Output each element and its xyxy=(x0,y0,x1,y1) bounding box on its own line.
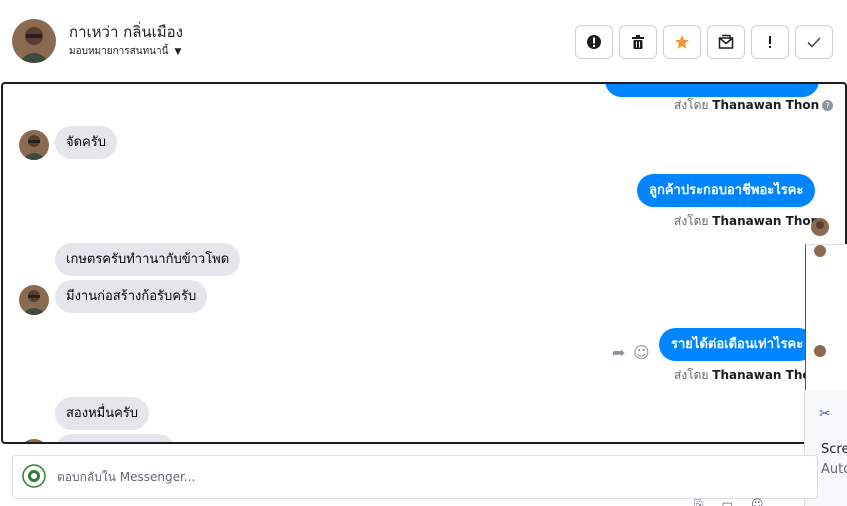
emoji-icon[interactable]: ☺ xyxy=(633,343,650,362)
outgoing-message-clipped xyxy=(605,84,819,97)
outgoing-message[interactable]: รายได้ต่อเดือนเท่าไรคะ xyxy=(659,328,816,361)
scissors-icon: ✂ xyxy=(819,406,831,422)
assign-conversation[interactable]: มอบหมายการสนทนานี้ ▼ xyxy=(69,44,181,59)
contact-avatar[interactable] xyxy=(12,19,56,63)
incoming-message[interactable]: สองหมื่นครับ xyxy=(55,397,150,430)
sender-avatar xyxy=(19,285,49,315)
preview-avatar xyxy=(811,218,829,236)
incoming-message[interactable]: จัดครับ xyxy=(55,126,117,159)
sent-by-label: ส่งโดย Thanawan Thon? xyxy=(674,96,834,115)
emoji-picker-icon[interactable]: ☺ xyxy=(751,497,764,506)
alert-icon xyxy=(587,35,601,49)
outgoing-message[interactable]: ลูกค้าประกอบอาชีพอะไรคะ xyxy=(637,174,816,207)
star-icon xyxy=(675,35,689,49)
contact-name[interactable]: กาเหว่า กลิ่นเมือง xyxy=(69,20,183,44)
reply-input[interactable] xyxy=(57,466,757,488)
notification-title: Scre xyxy=(821,442,847,457)
incoming-message[interactable]: มีงานก่อสร้างก้อรับครับ xyxy=(55,280,208,313)
preview-avatar xyxy=(814,245,826,257)
check-icon xyxy=(807,37,821,48)
sent-by-label: ส่งโดย Thanawan Thon xyxy=(674,368,820,382)
mark-unread-button[interactable] xyxy=(707,25,745,59)
composer-tools: ⎘ ▭ ☺ xyxy=(694,497,763,506)
follow-up-button[interactable] xyxy=(751,25,789,59)
reply-composer xyxy=(12,455,818,499)
assign-label: มอบหมายการสนทนานี้ xyxy=(69,46,169,57)
envelope-icon xyxy=(718,34,734,49)
conversation-actions xyxy=(575,25,833,59)
star-button[interactable] xyxy=(663,25,701,59)
delete-button[interactable] xyxy=(619,25,657,59)
sender-avatar xyxy=(19,130,49,160)
notification-subtitle: Auto xyxy=(821,462,847,477)
page-logo xyxy=(22,464,46,488)
message-thread[interactable]: ส่งโดย Thanawan Thon? จัดครับ ลูกค้าประก… xyxy=(1,82,847,444)
help-icon[interactable]: ? xyxy=(822,100,834,111)
sender-avatar xyxy=(19,439,49,442)
incoming-message[interactable]: เกษตรครับทำานากับข้าวโพด xyxy=(55,243,241,276)
sent-by-label: ส่งโดย Thanawan Thon xyxy=(674,214,820,228)
conversation-header: กาเหว่า กลิ่นเมือง มอบหมายการสนทนานี้ ▼ xyxy=(0,0,847,82)
spam-button[interactable] xyxy=(575,25,613,59)
preview-avatar xyxy=(814,345,826,357)
attachment-icon[interactable]: ⎘ xyxy=(694,497,704,506)
reply-icon[interactable]: ➦ xyxy=(612,343,625,362)
conversation-preview-panel[interactable] xyxy=(805,244,847,392)
done-button[interactable] xyxy=(795,25,833,59)
incoming-message-clipped xyxy=(55,434,175,442)
exclamation-icon xyxy=(769,36,771,48)
caret-down-icon: ▼ xyxy=(174,46,182,57)
trash-icon xyxy=(632,35,644,49)
saved-replies-icon[interactable]: ▭ xyxy=(722,497,733,506)
